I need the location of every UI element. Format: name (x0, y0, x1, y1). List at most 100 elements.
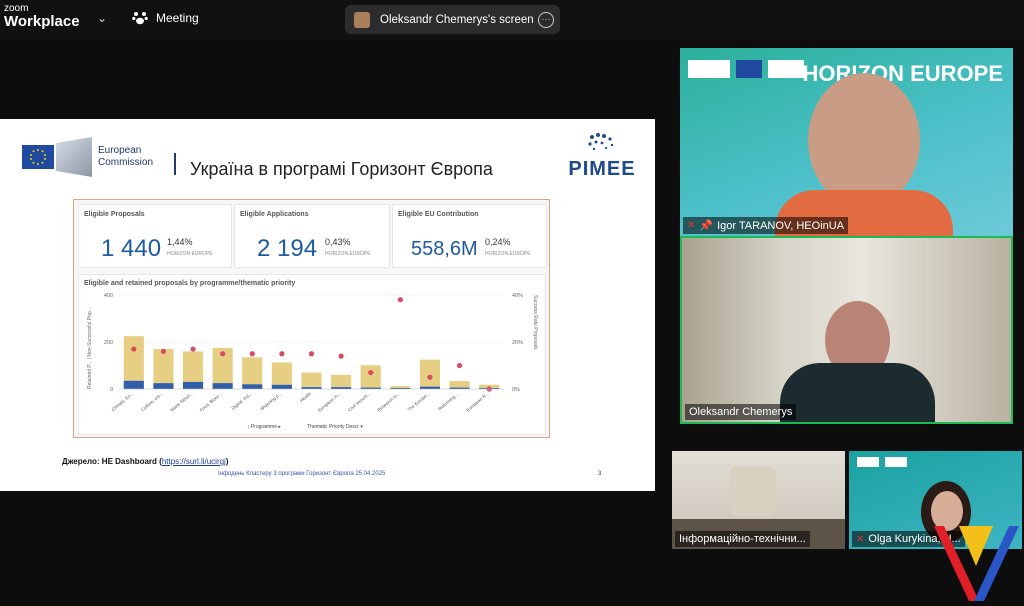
ec-building-icon (56, 137, 92, 177)
x-tick-label: Marie Skłod... (169, 391, 193, 413)
bar-retained (242, 384, 263, 389)
participant-name: Igor TARANOV, HEOinUA (717, 219, 845, 232)
rate-point (308, 351, 315, 357)
kpi-sub: HORIZON EUROPE (325, 251, 371, 257)
paw-icon (132, 12, 148, 25)
participant-shirt (780, 363, 935, 422)
bar-unsuccessful (301, 372, 322, 388)
bar-unsuccessful (182, 351, 204, 382)
participant-nameplate: ✕ 📌 Igor TARANOV, HEOinUA (683, 217, 849, 234)
meeting-menu[interactable]: Meeting (132, 11, 199, 25)
bar-unsuccessful (331, 374, 352, 388)
meeting-label: Meeting (156, 11, 199, 25)
zoom-logo: zoom Workplace (4, 4, 80, 30)
y2-tick-label: 20% (512, 340, 523, 346)
y2-axis-label: Success Rate Proposals (532, 295, 538, 350)
y2-tick-label: 40% (512, 293, 523, 299)
x-tick-label: Civil Securit... (347, 391, 371, 413)
partner-logos (857, 457, 907, 467)
slide-footer: Інфодень Кластеру 3 програми Горизонт Єв… (218, 471, 386, 477)
bar-unsuccessful (419, 359, 441, 387)
bar-retained (153, 383, 174, 389)
kpi-value: 2 194 (257, 235, 318, 262)
sharer-avatar (354, 11, 370, 28)
bar-retained (182, 381, 204, 389)
source-line: Джерело: HE Dashboard (https://surl.li/u… (62, 457, 229, 466)
source-link[interactable]: https://surl.li/ucirgj (162, 457, 226, 466)
emblem-icon (730, 466, 776, 516)
share-pill-label: Oleksandr Chemerys's screen (380, 13, 534, 26)
x-tick-label: Digital, Ind... (231, 391, 253, 411)
bar-unsuccessful (153, 349, 174, 384)
kpi-sub: HORIZON EUROPE (485, 251, 531, 257)
kpi-label: Eligible EU Contribution (398, 211, 479, 218)
horizon-banner: HORIZON EUROPE (802, 61, 1003, 86)
pimee-logo-text: PIMEE (568, 158, 636, 180)
x-tick-label: Culture, cre... (140, 391, 164, 412)
ec-logo: European Commission (22, 137, 153, 177)
kpi-sub: HORIZON EUROPE (167, 251, 213, 257)
eu-flag-icon (22, 145, 54, 169)
participant-tile-1[interactable]: HORIZON EUROPE ✕ 📌 Igor TARANOV, HEOinUA (680, 48, 1013, 236)
pimee-dots-icon (588, 133, 614, 151)
bar-unsuccessful (242, 357, 263, 385)
x-tick-label: Widening p... (259, 391, 282, 412)
kpi-pct: 1,44% (167, 237, 193, 247)
x-tick-label: The Europe... (406, 391, 430, 412)
rate-point (368, 369, 374, 376)
y-tick-label: 400 (104, 293, 113, 299)
control-programme: ↕ Programme ▸ (247, 424, 281, 430)
chart-panel: Eligible and retained proposals by progr… (78, 274, 546, 435)
bar-unsuccessful (390, 386, 411, 389)
participant-nameplate: Інформаційно-технічни... (675, 531, 810, 547)
bar-retained (123, 380, 144, 389)
rate-point (338, 353, 344, 359)
participant-tile-3[interactable]: Інформаційно-технічни... (672, 451, 845, 549)
rate-point (397, 297, 403, 303)
participant-name: Інформаційно-технічни... (679, 533, 806, 545)
rate-point (160, 348, 167, 354)
x-tick-label: Food, Bioec... (199, 391, 223, 413)
bar-unsuccessful (123, 336, 144, 381)
partner-logo (768, 60, 804, 78)
kpi-value: 1 440 (101, 235, 162, 262)
kpi-value: 558,6M (411, 238, 478, 260)
heoinua-logo (688, 60, 730, 78)
participant-nameplate: Oleksandr Chemerys (685, 404, 797, 420)
y2-tick-label: 0% (512, 387, 520, 393)
x-tick-label: Health (299, 391, 313, 404)
pimee-logo: PIMEE (564, 131, 640, 181)
bar-retained (419, 386, 441, 389)
screen-share-pill[interactable]: Oleksandr Chemerys's screen ··· (345, 5, 560, 34)
y-tick-label: 200 (104, 340, 113, 346)
more-options-icon[interactable]: ··· (538, 12, 554, 28)
x-tick-label: European In... (317, 391, 342, 413)
title-divider (174, 153, 176, 175)
bar-retained (271, 384, 292, 389)
source-end: ) (225, 457, 229, 466)
heoinua-logo (857, 457, 879, 467)
y-axis-label: Retained P... | Non-Successful Pop... (87, 307, 93, 389)
x-tick-label: Climate, En... (111, 391, 135, 412)
rate-point (190, 346, 196, 352)
kpi-card-applications: Eligible Applications 2 194 0,43% HORIZO… (234, 204, 390, 268)
page-number: 3 (598, 471, 602, 477)
pin-icon: 📌 (699, 220, 714, 232)
kpi-label: Eligible Proposals (84, 211, 145, 218)
brand-line2: Workplace (4, 13, 80, 30)
shared-slide: European Commission Україна в програмі Г… (0, 119, 655, 491)
kpi-label: Eligible Applications (240, 211, 309, 218)
x-tick-label: Reforming ... (437, 391, 460, 411)
rate-point (249, 351, 255, 357)
bar-unsuccessful (360, 365, 381, 388)
bar-retained (212, 383, 233, 389)
slide-title: Україна в програмі Горизонт Європа (190, 159, 493, 179)
rate-point (456, 362, 463, 369)
kpi-pct: 0,24% (485, 237, 511, 247)
participant-tile-2-active[interactable]: Oleksandr Chemerys (680, 236, 1013, 424)
kpi-card-contribution: Eligible EU Contribution 558,6M 0,24% HO… (392, 204, 547, 268)
partner-logos (688, 60, 804, 78)
dashboard: Eligible Proposals 1 440 1,44% HORIZON E… (73, 199, 550, 438)
partner-logo (885, 457, 907, 467)
chevron-down-icon[interactable]: ⌄ (97, 11, 107, 25)
